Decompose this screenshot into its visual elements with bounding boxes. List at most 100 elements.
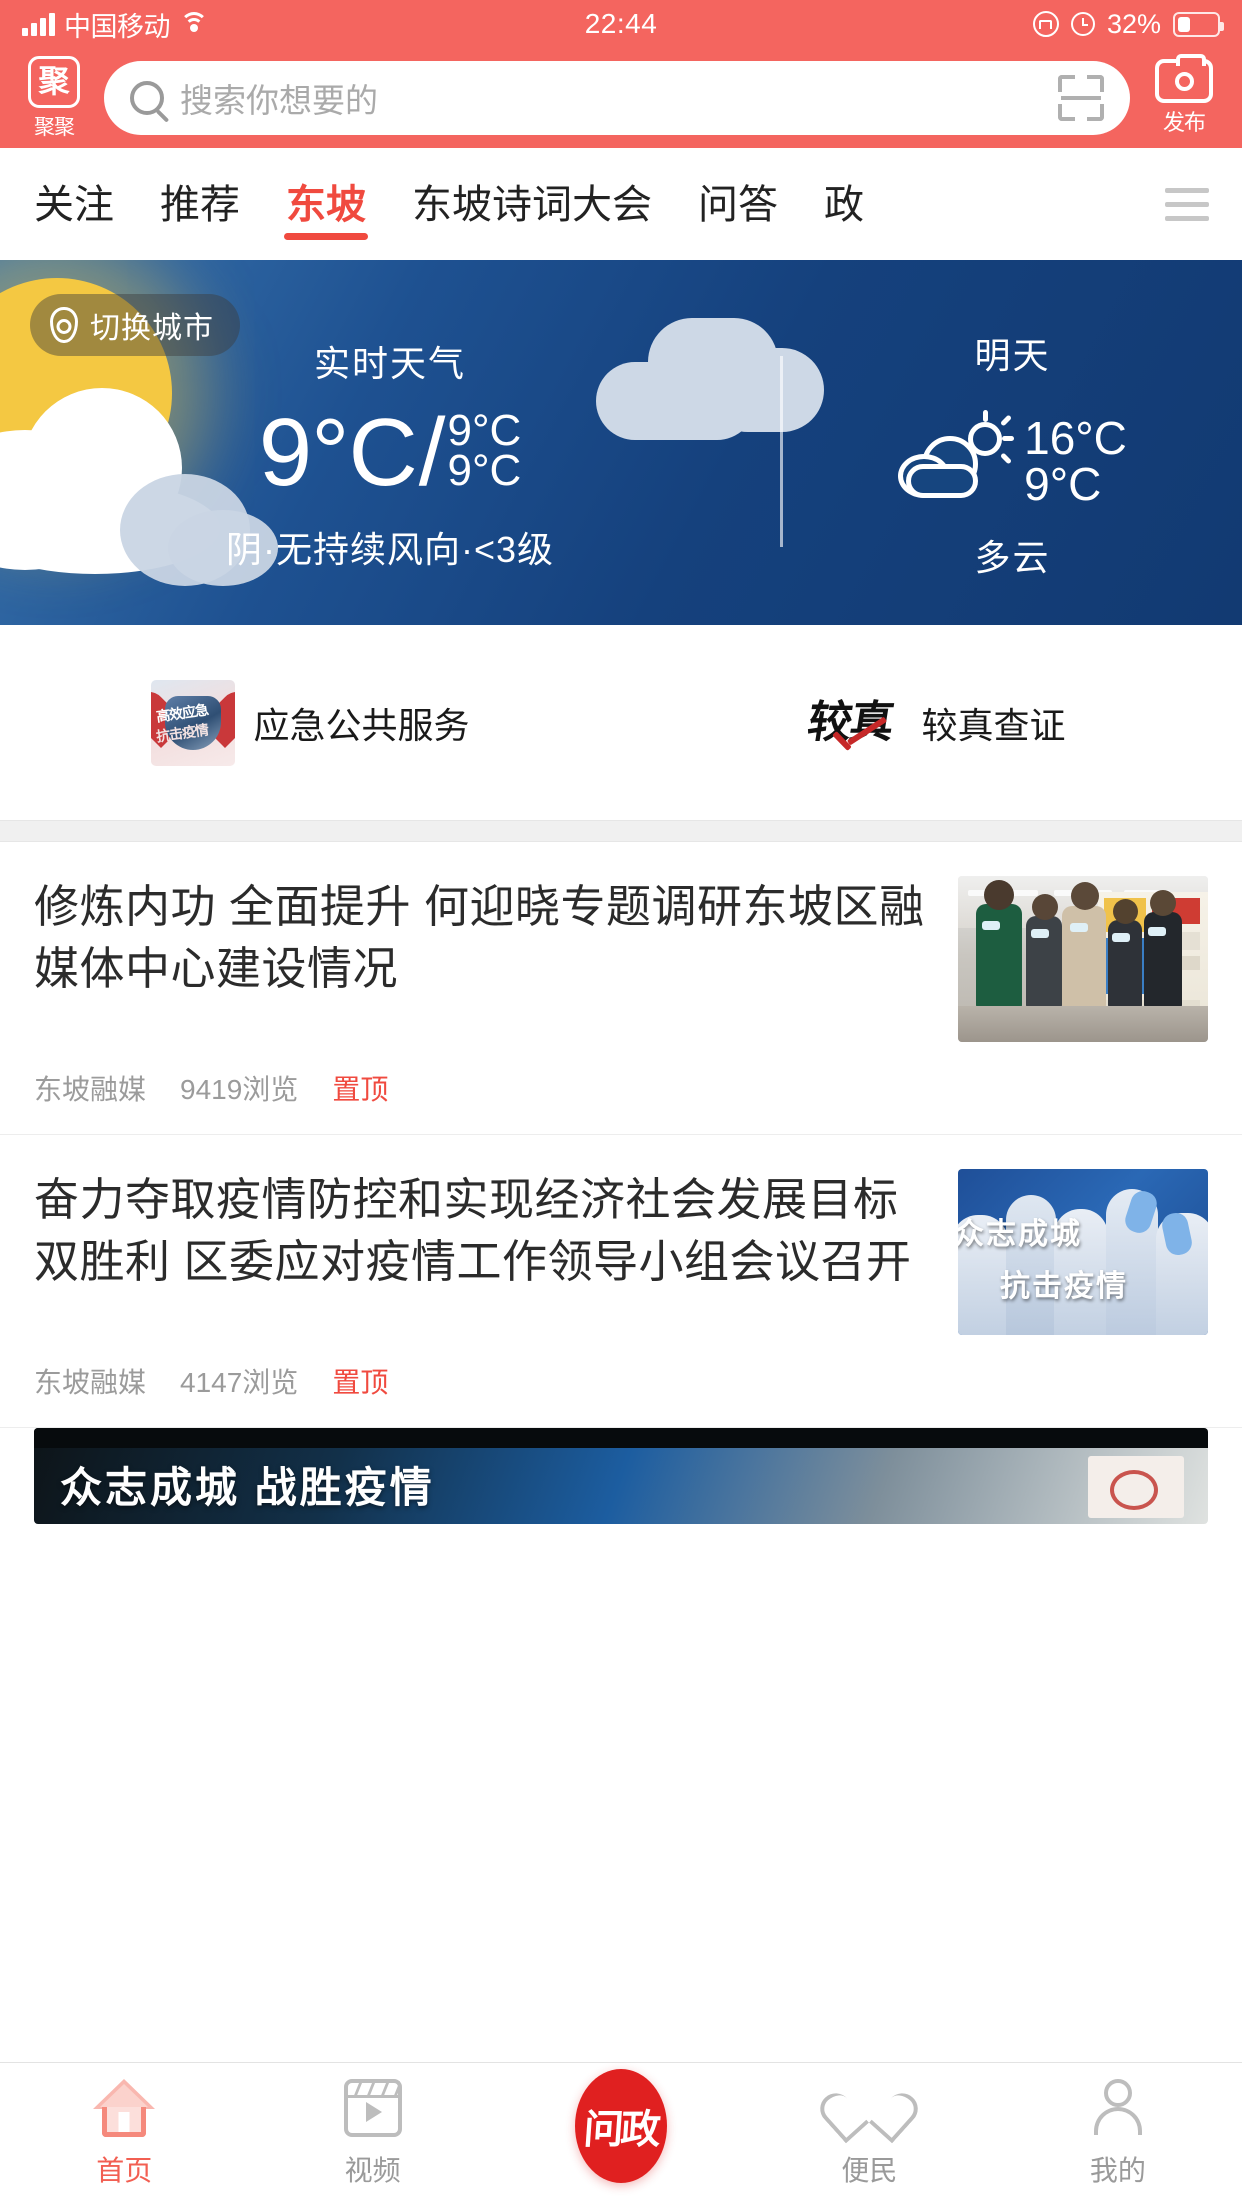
- weather-now-description: 阴·无持续风向·<3级: [225, 528, 555, 570]
- tabbar-label: 便民: [841, 2155, 898, 2186]
- news-item-content: 奋力夺取疫情防控和实现经济社会发展目标双胜利 区委应对疫情工作领导小组会议召开 …: [34, 1169, 1208, 1335]
- battery-percent-label: 32%: [1106, 8, 1161, 39]
- tabbar-item-bianmin[interactable]: 便民: [745, 2079, 993, 2189]
- tab-label: 推荐: [160, 183, 240, 227]
- channel-tab-bar[interactable]: 关注 推荐 东坡 东坡诗词大会 问答 政: [0, 148, 1242, 260]
- news-meta: 东坡融媒 4147浏览 置顶: [34, 1335, 1208, 1427]
- thumb-text-1: 众志成城: [958, 1218, 1082, 1251]
- news-item-content: 修炼内功 全面提升 何迎晓专题调研东坡区融媒体中心建设情况: [34, 876, 1208, 1042]
- app-logo-button[interactable]: 聚 聚聚: [18, 55, 90, 141]
- service-shortcuts: 高效应急 抗击疫情 应急公共服务 较真 较真查证: [0, 625, 1242, 820]
- carrier-label: 中国移动: [64, 11, 171, 42]
- tabbar-label: 我的: [1089, 2155, 1146, 2186]
- news-item-1[interactable]: 修炼内功 全面提升 何迎晓专题调研东坡区融媒体中心建设情况 东坡融媒 9419浏…: [0, 842, 1242, 1135]
- weather-now-temp: 9°C: [258, 398, 418, 506]
- news-title: 修炼内功 全面提升 何迎晓专题调研东坡区融媒体中心建设情况: [34, 881, 925, 995]
- tab-label: 政: [824, 183, 864, 227]
- video-icon: [343, 2079, 402, 2137]
- rotation-lock-icon: [1032, 11, 1059, 37]
- jiaozhen-logo-icon: 较真: [797, 692, 903, 754]
- service-emergency-public[interactable]: 高效应急 抗击疫情 应急公共服务: [0, 679, 621, 766]
- weather-body: 实时天气 9°C / 9°C 9°C 阴·无持续风向·<3级 明天 16°C 9…: [0, 260, 1242, 625]
- weather-tomorrow: 明天 16°C 9°C 多云: [783, 260, 1242, 625]
- tabbar-item-mine[interactable]: 我的: [994, 2079, 1242, 2189]
- service-fact-check[interactable]: 较真 较真查证: [621, 692, 1242, 754]
- section-divider: [0, 820, 1242, 842]
- news-meta: 东坡融媒 9419浏览 置顶: [34, 1042, 1208, 1134]
- tab-wenda[interactable]: 问答: [698, 172, 778, 236]
- search-placeholder: 搜索你想要的: [180, 82, 378, 119]
- clock-label: 22:44: [584, 8, 658, 39]
- news-banner-image: 众志成城 战胜疫情: [34, 1428, 1208, 1524]
- tab-guanzhu[interactable]: 关注: [34, 172, 114, 236]
- tab-dongpo[interactable]: 东坡: [286, 172, 366, 236]
- news-feed: 修炼内功 全面提升 何迎晓专题调研东坡区融媒体中心建设情况 东坡融媒 9419浏…: [0, 842, 1242, 1524]
- channel-menu-icon[interactable]: [1148, 148, 1226, 260]
- wenzheng-glyph: 问政: [582, 2106, 660, 2153]
- tabbar-item-video[interactable]: 视频: [248, 2079, 496, 2189]
- weather-now: 实时天气 9°C / 9°C 9°C 阴·无持续风向·<3级: [0, 260, 780, 625]
- tab-label: 关注: [34, 183, 114, 227]
- tabbar-item-home[interactable]: 首页: [0, 2079, 248, 2189]
- news-item-2[interactable]: 奋力夺取疫情防控和实现经济社会发展目标双胜利 区委应对疫情工作领导小组会议召开 …: [0, 1135, 1242, 1428]
- weather-now-label: 实时天气: [313, 342, 466, 384]
- news-views: 4147浏览: [180, 1367, 299, 1398]
- app-logo-glyph: 聚: [28, 55, 80, 108]
- bottom-tab-bar[interactable]: 首页 视频 问政 便民 我的: [0, 2062, 1242, 2208]
- app-logo-label: 聚聚: [34, 115, 75, 139]
- news-title: 奋力夺取疫情防控和实现经济社会发展目标双胜利 区委应对疫情工作领导小组会议召开: [34, 1174, 912, 1288]
- tab-label: 东坡诗词大会: [412, 183, 652, 227]
- news-pinned-badge: 置顶: [332, 1367, 389, 1398]
- wenzheng-icon: 问政: [575, 2069, 668, 2183]
- tab-dongpo-shici[interactable]: 东坡诗词大会: [412, 172, 652, 236]
- status-bar-left: 中国移动: [22, 5, 209, 44]
- service-label: 较真查证: [921, 704, 1066, 746]
- user-icon: [1089, 2079, 1147, 2137]
- publish-label: 发布: [1162, 110, 1206, 135]
- weather-tomorrow-condition: 多云: [974, 536, 1051, 578]
- news-item-3-partial[interactable]: 众志成城 战胜疫情: [0, 1428, 1242, 1524]
- alarm-icon: [1070, 12, 1095, 36]
- battery-icon: [1173, 11, 1224, 37]
- tab-tuijian[interactable]: 推荐: [160, 172, 240, 236]
- weather-card[interactable]: 切换城市 实时天气 9°C / 9°C 9°C 阴·无持续风向·<3级 明天 1…: [0, 260, 1242, 625]
- tab-zheng[interactable]: 政: [824, 172, 864, 236]
- tab-label: 问答: [698, 183, 778, 227]
- home-icon: [93, 2079, 156, 2137]
- weather-tomorrow-label: 明天: [974, 334, 1051, 376]
- app-header: 聚 聚聚 搜索你想要的 发布: [0, 48, 1242, 148]
- weather-tomorrow-temps: 16°C 9°C: [1024, 415, 1127, 507]
- emergency-heart-icon: 高效应急 抗击疫情: [151, 679, 236, 766]
- news-source: 东坡融媒: [34, 1074, 147, 1105]
- weather-tomorrow-row: 16°C 9°C: [898, 409, 1127, 507]
- status-bar: 中国移动 22:44 32%: [0, 0, 1242, 48]
- news-pinned-badge: 置顶: [332, 1074, 389, 1105]
- scan-qr-icon[interactable]: [1058, 75, 1104, 121]
- partly-cloudy-icon: [898, 409, 1015, 502]
- status-bar-right: 32%: [1032, 8, 1224, 40]
- search-icon: [130, 81, 164, 115]
- tabbar-label: 首页: [96, 2155, 153, 2186]
- weather-temp-separator: /: [418, 398, 446, 506]
- publish-button[interactable]: 发布: [1144, 54, 1224, 137]
- weather-now-range: 9°C 9°C: [447, 405, 522, 495]
- weather-now-temps: 9°C / 9°C 9°C: [258, 398, 522, 506]
- news-thumbnail: 众志成城 抗击疫情: [958, 1169, 1208, 1335]
- weather-tomorrow-low: 9°C: [1024, 457, 1102, 510]
- tab-label: 东坡: [286, 183, 366, 227]
- weather-tomorrow-high: 16°C: [1024, 411, 1127, 464]
- signal-icon: [22, 12, 55, 36]
- wifi-icon: [179, 12, 209, 36]
- camera-icon: [1155, 54, 1213, 103]
- news-source: 东坡融媒: [34, 1367, 147, 1398]
- search-input[interactable]: 搜索你想要的: [104, 61, 1130, 135]
- news-thumbnail: [958, 876, 1208, 1042]
- weather-now-low: 9°C: [447, 445, 522, 495]
- weather-now-high: 9°C: [447, 405, 522, 455]
- heart-icon: [839, 2079, 899, 2137]
- thumb-text-2: 抗击疫情: [1000, 1270, 1128, 1303]
- tabbar-item-wenzheng[interactable]: 问政: [497, 2069, 745, 2195]
- banner-text: 众志成城 战胜疫情: [60, 1464, 435, 1511]
- check-mark-icon: [831, 726, 887, 756]
- tabbar-label: 视频: [344, 2155, 401, 2186]
